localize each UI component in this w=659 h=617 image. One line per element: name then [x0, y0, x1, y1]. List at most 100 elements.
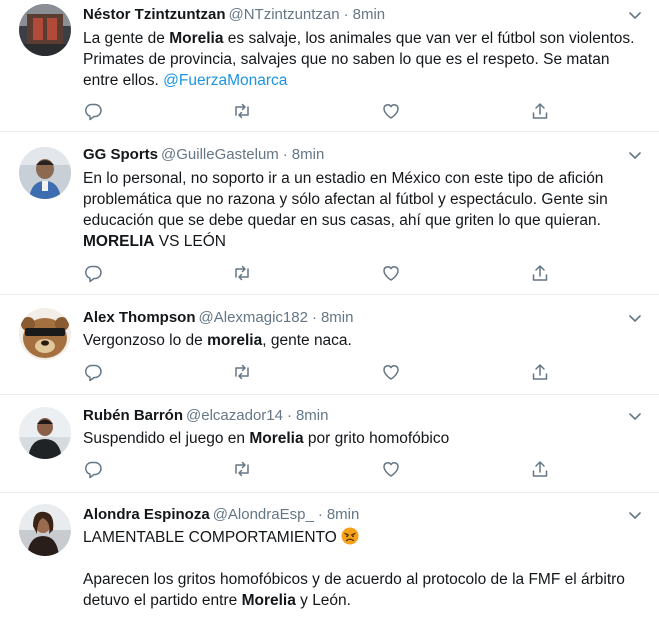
tweet-header: Alondra Espinoza @AlondraEsp_ · 8min: [83, 505, 619, 525]
retweet-icon: [235, 461, 249, 477]
angry-face-emoji-icon: [341, 527, 359, 545]
more-menu-button[interactable]: [627, 7, 643, 23]
tweet-paragraph: Aparecen los gritos homofóbicos y de acu…: [83, 569, 645, 611]
avatar[interactable]: [19, 308, 71, 360]
tweet[interactable]: Alondra Espinoza @AlondraEsp_ · 8min LAMENT…: [0, 493, 659, 617]
timestamp[interactable]: 8min: [353, 6, 386, 23]
reply-icon: [84, 364, 102, 382]
like-button[interactable]: [381, 263, 401, 283]
reply-icon: [84, 265, 102, 283]
avatar[interactable]: [19, 407, 71, 459]
share-button[interactable]: [530, 101, 550, 121]
separator-dot: ·: [317, 506, 323, 523]
chevron-down-icon: [629, 12, 641, 19]
author-name[interactable]: Néstor Tzintzuntzan: [83, 6, 226, 23]
chevron-down-icon: [629, 512, 641, 519]
tweet-text: Vergonzoso lo de morelia, gente naca.: [83, 330, 645, 351]
highlighted-keyword: Morelia: [169, 30, 224, 47]
tweet[interactable]: Néstor Tzintzuntzan @NTzintzuntzan · 8min L…: [0, 0, 659, 132]
chevron-down-icon: [629, 315, 641, 322]
reply-button[interactable]: [83, 101, 103, 121]
tweet-text: LAMENTABLE COMPORTAMIENTO Aparecen los gr…: [83, 527, 645, 611]
mention-link[interactable]: @FuerzaMonarca: [163, 72, 287, 89]
like-button[interactable]: [381, 362, 401, 382]
separator-dot: ·: [343, 6, 349, 23]
tweet-text: En lo personal, no soporto ir a un estad…: [83, 168, 645, 252]
retweet-button[interactable]: [232, 263, 252, 283]
separator-dot: ·: [286, 407, 292, 424]
author-handle[interactable]: @NTzintzuntzan: [229, 6, 340, 23]
tweet-paragraph: Vergonzoso lo de morelia, gente naca.: [83, 330, 645, 351]
tweet-paragraph: LAMENTABLE COMPORTAMIENTO: [83, 527, 645, 548]
author-name[interactable]: Alex Thompson: [83, 309, 196, 326]
tweet-text: La gente de Morelia es salvaje, los anim…: [83, 28, 645, 91]
retweet-button[interactable]: [232, 459, 252, 479]
heart-icon: [383, 462, 399, 477]
more-menu-button[interactable]: [627, 310, 643, 326]
tweet-header: Néstor Tzintzuntzan @NTzintzuntzan · 8min: [83, 5, 619, 25]
avatar[interactable]: [19, 4, 71, 56]
tweet-text-run: LAMENTABLE COMPORTAMIENTO: [83, 529, 337, 546]
like-button[interactable]: [381, 101, 401, 121]
more-menu-button[interactable]: [627, 408, 643, 424]
tweet-text-run: por grito homofóbico: [303, 430, 450, 447]
chevron-down-icon: [629, 152, 641, 159]
tweet-actions: [83, 362, 563, 382]
timestamp[interactable]: 8min: [296, 407, 329, 424]
author-handle[interactable]: @GuilleGastelum: [161, 146, 279, 163]
separator-dot: ·: [311, 309, 317, 326]
highlighted-keyword: MORELIA: [83, 233, 155, 250]
tweet-paragraph: En lo personal, no soporto ir a un estad…: [83, 168, 645, 252]
tweet-text-run: Aparecen los gritos homofóbicos y de acu…: [83, 571, 625, 609]
author-name[interactable]: Rubén Barrón: [83, 407, 183, 424]
author-name[interactable]: GG Sports: [83, 146, 158, 163]
tweet-text-run: , gente naca.: [262, 332, 352, 349]
tweet-text-run: y León.: [295, 592, 351, 609]
heart-icon: [383, 266, 399, 281]
tweet[interactable]: Alex Thompson @Alexmagic182 · 8min Vergonzo…: [0, 295, 659, 395]
author-name[interactable]: Alondra Espinoza: [83, 506, 210, 523]
heart-icon: [383, 104, 399, 119]
tweet-header: Alex Thompson @Alexmagic182 · 8min: [83, 308, 619, 328]
avatar[interactable]: [19, 504, 71, 556]
more-menu-button[interactable]: [627, 147, 643, 163]
tweet-header: Rubén Barrón @elcazador14 · 8min: [83, 406, 619, 426]
retweet-button[interactable]: [232, 101, 252, 121]
like-button[interactable]: [381, 459, 401, 479]
chevron-down-icon: [629, 413, 641, 420]
tweet-actions: [83, 459, 563, 479]
highlighted-keyword: morelia: [207, 332, 263, 349]
share-button[interactable]: [530, 362, 550, 382]
reply-button[interactable]: [83, 362, 103, 382]
tweet-paragraph: Suspendido el juego en Morelia por grito…: [83, 428, 645, 449]
tweet-feed: Néstor Tzintzuntzan @NTzintzuntzan · 8min L…: [0, 0, 659, 617]
timestamp[interactable]: 8min: [327, 506, 360, 523]
retweet-icon: [235, 364, 249, 380]
author-handle[interactable]: @Alexmagic182: [199, 309, 308, 326]
more-menu-button[interactable]: [627, 507, 643, 523]
author-handle[interactable]: @elcazador14: [186, 407, 283, 424]
tweet-text-run: Suspendido el juego en: [83, 430, 250, 447]
tweet[interactable]: GG Sports @GuilleGastelum · 8min En lo pers…: [0, 132, 659, 295]
timestamp[interactable]: 8min: [292, 146, 325, 163]
tweet-header: GG Sports @GuilleGastelum · 8min: [83, 145, 619, 165]
retweet-button[interactable]: [232, 362, 252, 382]
tweet-text-run: VS LEÓN: [154, 233, 226, 250]
reply-button[interactable]: [83, 263, 103, 283]
avatar[interactable]: [19, 147, 71, 199]
retweet-icon: [235, 265, 249, 281]
separator-dot: ·: [282, 146, 288, 163]
share-icon: [532, 265, 548, 281]
tweet-text: Suspendido el juego en Morelia por grito…: [83, 428, 645, 449]
tweet-text-run: La gente de: [83, 30, 170, 47]
timestamp[interactable]: 8min: [321, 309, 354, 326]
share-button[interactable]: [530, 263, 550, 283]
share-button[interactable]: [530, 459, 550, 479]
share-icon: [532, 364, 548, 380]
share-icon: [532, 461, 548, 477]
tweet-text-run: En lo personal, no soporto ir a un estad…: [83, 170, 608, 229]
author-handle[interactable]: @AlondraEsp_: [213, 506, 314, 523]
tweet-text-run: Vergonzoso lo de: [83, 332, 208, 349]
tweet[interactable]: Rubén Barrón @elcazador14 · 8min Suspendido…: [0, 395, 659, 493]
reply-button[interactable]: [83, 459, 103, 479]
